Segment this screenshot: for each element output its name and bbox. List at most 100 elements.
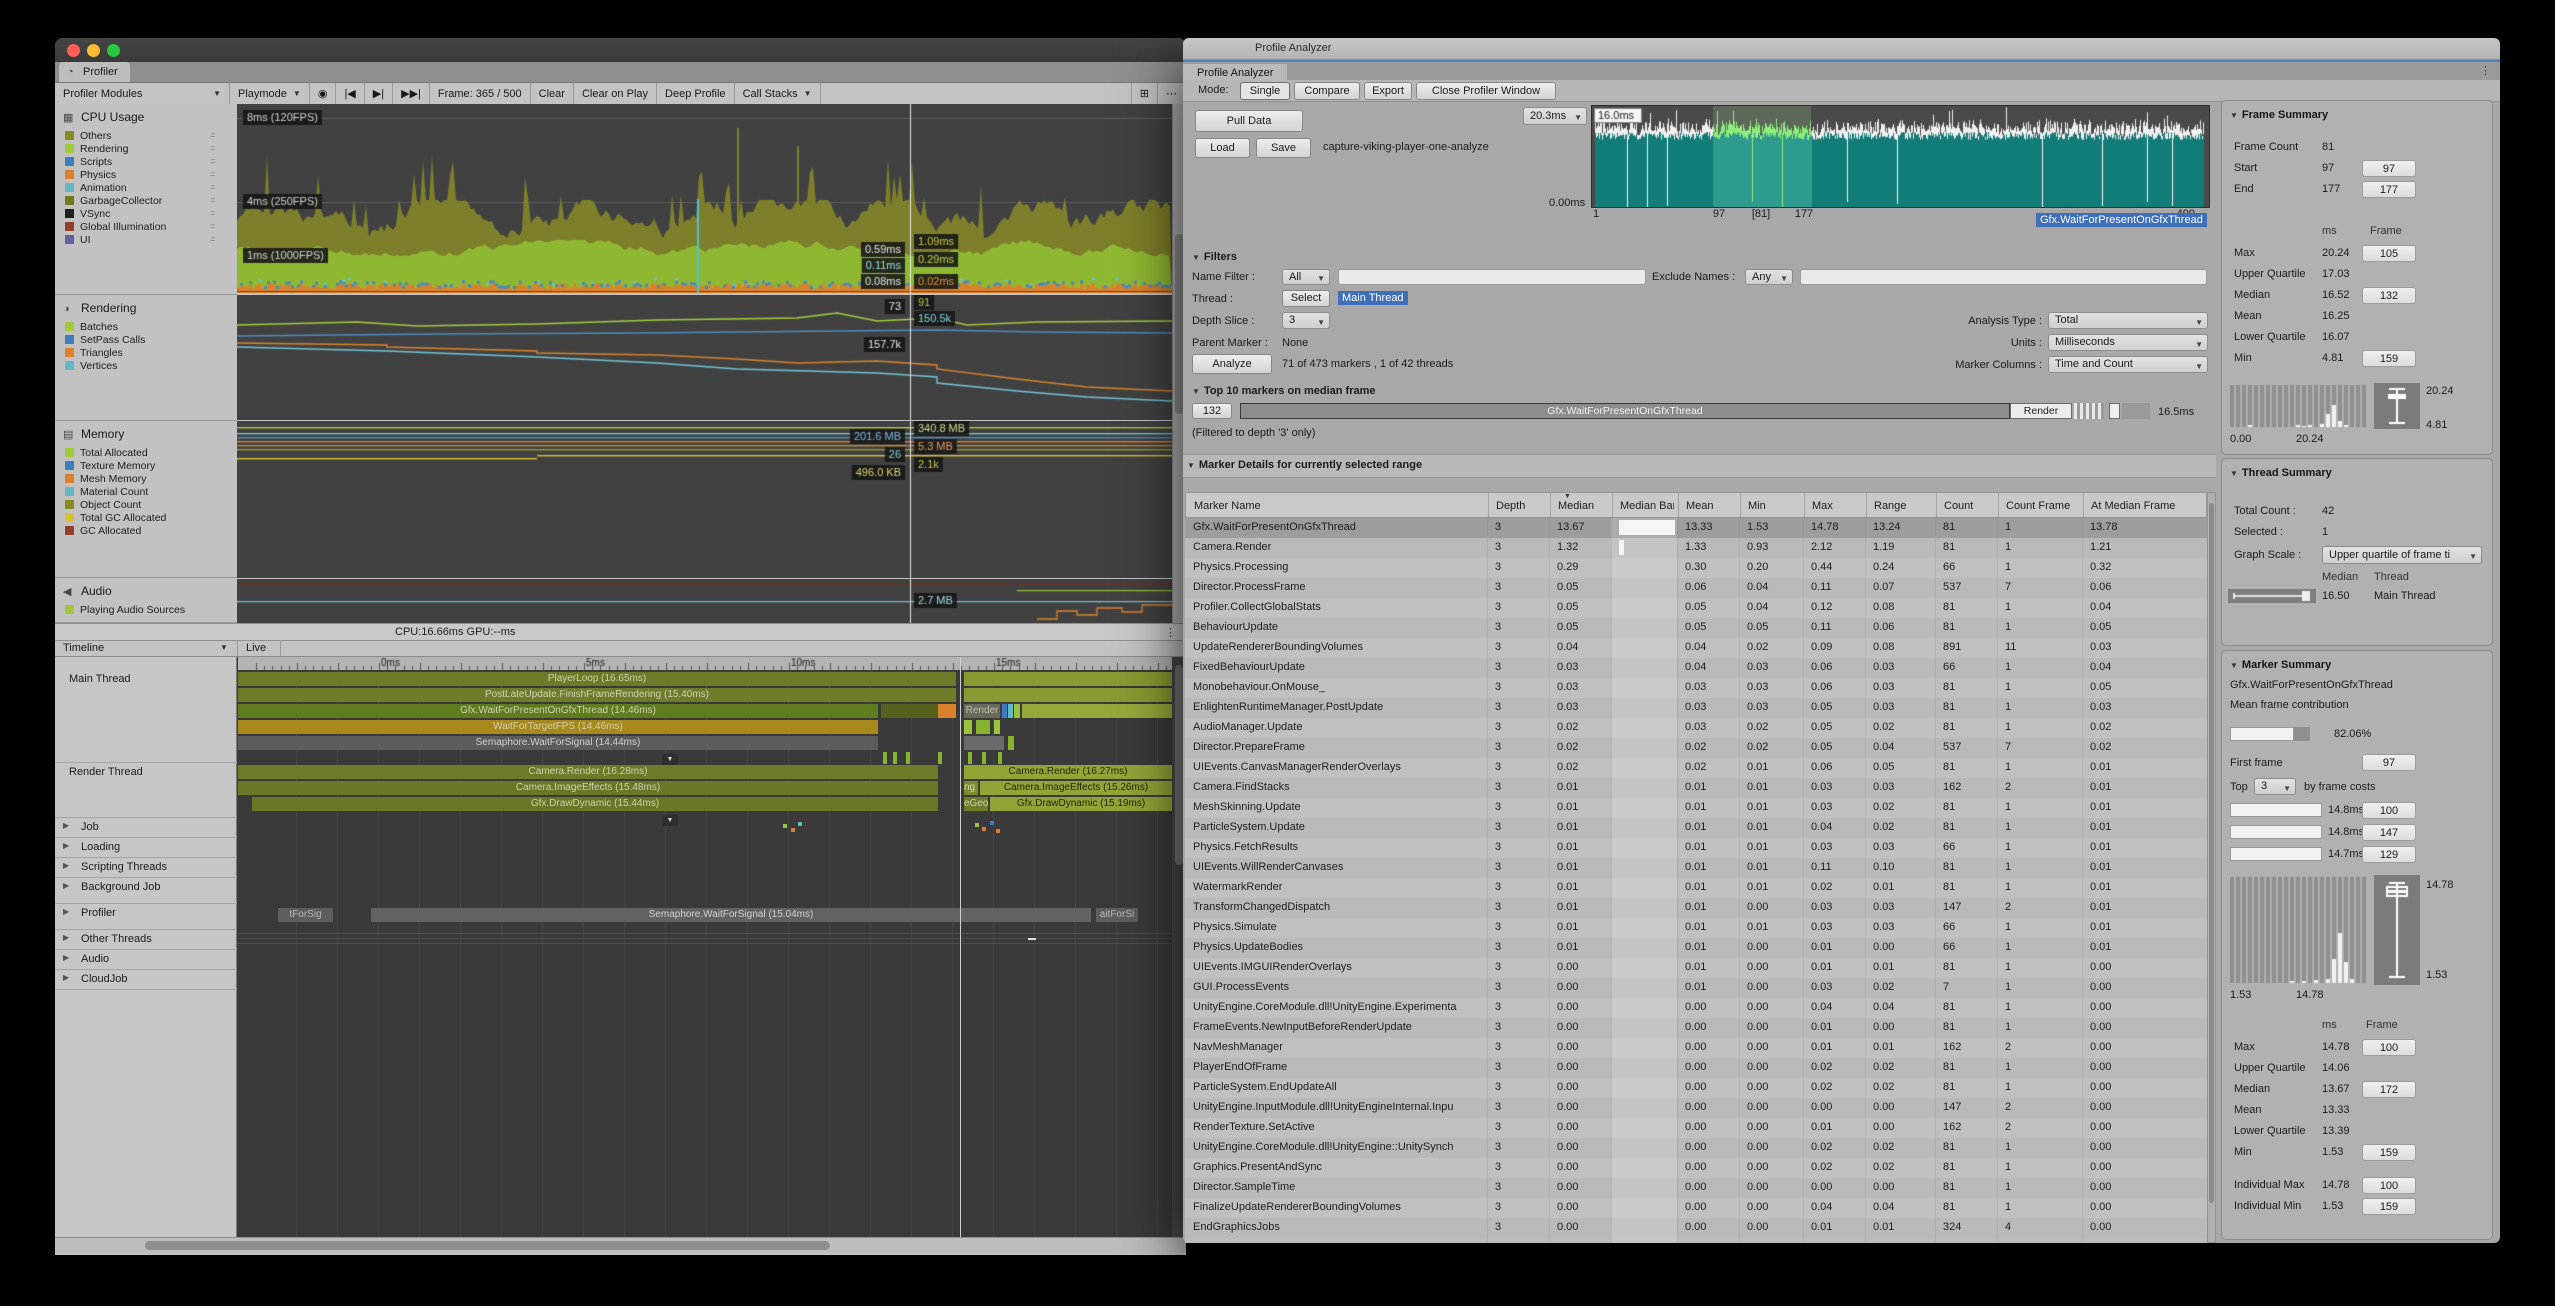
thread-value-chip[interactable]: Main Thread xyxy=(1338,291,1408,305)
timeline-bar[interactable]: WaitForTargetFPS (14.46ms) xyxy=(238,720,878,734)
table-row[interactable]: Physics.Simulate30.010.010.010.030.03661… xyxy=(1185,918,2207,938)
thread-row-cloudjob[interactable]: ▶CloudJob xyxy=(55,970,237,990)
table-row[interactable]: BehaviourUpdate30.050.050.050.110.068110… xyxy=(1185,618,2207,638)
column-header-min[interactable]: Min xyxy=(1748,500,1800,512)
zoom-icon[interactable] xyxy=(107,44,120,57)
table-row[interactable]: Monobehaviour.OnMouse_30.030.030.030.060… xyxy=(1185,678,2207,698)
table-row[interactable]: Camera.Render31.321.330.932.121.198111.2… xyxy=(1185,538,2207,558)
close-profiler-window-button[interactable]: Close Profiler Window xyxy=(1416,82,1556,100)
top10-frame-button[interactable]: 132 xyxy=(1192,403,1232,419)
memory-chart[interactable] xyxy=(237,421,1172,578)
live-button[interactable]: Live xyxy=(238,641,281,656)
drag-handle-icon[interactable]: = xyxy=(210,156,215,166)
horizontal-scrollbar[interactable] xyxy=(55,1237,1186,1253)
frame-jump-button[interactable]: 100 xyxy=(2362,802,2416,819)
table-row[interactable]: UnityEngine.CoreModule.dll!UnityEngine::… xyxy=(1185,1138,2207,1158)
table-row[interactable]: UIEvents.CanvasManagerRenderOverlays30.0… xyxy=(1185,758,2207,778)
timeline-bar[interactable] xyxy=(1014,704,1020,718)
last-frame-button[interactable]: ▶▶| xyxy=(393,83,430,104)
units-dropdown[interactable]: Milliseconds▼ xyxy=(2048,334,2208,351)
table-row[interactable]: Physics.Processing30.290.300.200.440.246… xyxy=(1185,558,2207,578)
table-row[interactable]: Physics.UpdateBodies30.010.010.000.010.0… xyxy=(1185,938,2207,958)
table-row[interactable]: MeshSkinning.Update30.010.010.010.030.02… xyxy=(1185,798,2207,818)
selected-marker-chip[interactable]: Gfx.WaitForPresentOnGfxThread xyxy=(2036,213,2207,227)
top10-header[interactable]: ▼Top 10 markers on median frame xyxy=(1192,385,1376,397)
name-filter-mode-dropdown[interactable]: All▼ xyxy=(1282,269,1330,285)
analysis-type-dropdown[interactable]: Total▼ xyxy=(2048,312,2208,329)
legend-item[interactable]: Vertices xyxy=(65,360,117,372)
timeline-bar[interactable]: Semaphore.WaitForSignal (14.44ms) xyxy=(238,736,878,750)
collapse-button[interactable]: ▼ xyxy=(662,754,678,765)
exclude-names-input[interactable] xyxy=(1800,269,2207,285)
range-dropdown[interactable]: 20.3ms▼ xyxy=(1523,107,1587,125)
collapse-button[interactable]: ▼ xyxy=(662,815,678,826)
table-row[interactable]: Director.PrepareFrame30.020.020.020.050.… xyxy=(1185,738,2207,758)
expand-arrow-icon[interactable]: ▶ xyxy=(63,861,69,870)
load-button[interactable]: Load xyxy=(1195,138,1250,158)
frame-jump-button[interactable]: 97 xyxy=(2362,754,2416,771)
legend-item[interactable]: UI= xyxy=(65,234,91,246)
thread-row-render-thread[interactable]: Render Thread xyxy=(55,763,237,818)
timeline-bar[interactable] xyxy=(964,688,1172,702)
depth-slice-dropdown[interactable]: 3▼ xyxy=(1282,312,1330,329)
rendering-chart[interactable] xyxy=(237,295,1172,420)
legend-item[interactable]: Batches xyxy=(65,321,118,333)
legend-item[interactable]: Rendering= xyxy=(65,143,128,155)
column-header-depth[interactable]: Depth xyxy=(1496,500,1546,512)
drag-handle-icon[interactable]: = xyxy=(210,234,215,244)
thread-row-job[interactable]: ▶Job xyxy=(55,818,237,838)
call-stacks-dropdown[interactable]: Call Stacks▼ xyxy=(735,83,821,104)
thread-row-profiler[interactable]: ▶Profiler xyxy=(55,904,237,930)
legend-item[interactable]: Material Count xyxy=(65,486,148,498)
table-row[interactable]: Physics.FetchResults30.010.010.010.030.0… xyxy=(1185,838,2207,858)
expand-arrow-icon[interactable]: ▶ xyxy=(63,907,69,916)
timeline-bar[interactable]: Camera.ImageEffects (15.48ms) xyxy=(238,781,938,795)
timeline-bar[interactable] xyxy=(1002,704,1007,718)
minimize-icon[interactable] xyxy=(87,44,100,57)
table-row[interactable]: FixedBehaviourUpdate30.030.040.030.060.0… xyxy=(1185,658,2207,678)
expand-arrow-icon[interactable]: ▶ xyxy=(63,821,69,830)
frame-histogram[interactable] xyxy=(2230,383,2370,429)
timeline-bar[interactable]: tForSig xyxy=(278,908,333,922)
legend-item[interactable]: Physics= xyxy=(65,169,116,181)
drag-handle-icon[interactable]: = xyxy=(210,221,215,231)
timeline-bar[interactable] xyxy=(964,672,1172,686)
drag-handle-icon[interactable]: = xyxy=(210,195,215,205)
frame-boxplot[interactable] xyxy=(2374,383,2420,429)
frame-summary-header[interactable]: ▼Frame Summary xyxy=(2230,109,2328,121)
playmode-dropdown[interactable]: Playmode▼ xyxy=(230,83,310,104)
expand-arrow-icon[interactable]: ▶ xyxy=(63,841,69,850)
cpu-usage-chart[interactable] xyxy=(237,104,1172,293)
table-row[interactable]: Director.ProcessFrame30.050.060.040.110.… xyxy=(1185,578,2207,598)
frame-jump-button[interactable]: 132 xyxy=(2362,287,2416,304)
timeline-bar[interactable] xyxy=(1008,736,1014,750)
legend-item[interactable]: Mesh Memory xyxy=(65,473,147,485)
table-row[interactable]: FinalizeUpdateRendererBoundingVolumes30.… xyxy=(1185,1198,2207,1218)
kebab-icon[interactable]: ⋮ xyxy=(1165,626,1176,639)
timeline-bar[interactable]: Gfx.DrawDynamic (15.44ms) xyxy=(252,797,938,811)
exclude-mode-dropdown[interactable]: Any▼ xyxy=(1745,269,1793,285)
deep-profile-button[interactable]: Deep Profile xyxy=(657,83,735,104)
legend-item[interactable]: Triangles xyxy=(65,347,123,359)
legend-item[interactable]: Object Count xyxy=(65,499,141,511)
thread-row-audio[interactable]: ▶Audio xyxy=(55,950,237,970)
profiler-titlebar[interactable] xyxy=(55,38,1186,62)
table-row[interactable]: TransformChangedDispatch30.010.010.000.0… xyxy=(1185,898,2207,918)
marker-summary-header[interactable]: ▼Marker Summary xyxy=(2230,659,2331,671)
tab-profiler[interactable]: ◔Profiler xyxy=(59,62,130,82)
table-row[interactable]: WatermarkRender30.010.010.010.020.018110… xyxy=(1185,878,2207,898)
table-row[interactable]: EnlightenRuntimeManager.PostUpdate30.030… xyxy=(1185,698,2207,718)
table-row[interactable]: UnityEngine.InputModule.dll!UnityEngineI… xyxy=(1185,1098,2207,1118)
timeline-bar[interactable] xyxy=(964,736,1004,750)
drag-handle-icon[interactable]: = xyxy=(210,182,215,192)
timeline-bar[interactable]: aitForSi xyxy=(1096,908,1138,922)
module-header[interactable]: ▤Memory xyxy=(63,427,124,441)
graph-scale-dropdown[interactable]: Upper quartile of frame ti▼ xyxy=(2322,546,2482,564)
marker-histogram[interactable] xyxy=(2230,875,2370,985)
legend-item[interactable]: Scripts= xyxy=(65,156,112,168)
top10-segment-main[interactable]: Gfx.WaitForPresentOnGfxThread xyxy=(1240,403,2010,419)
timeline-bar[interactable]: Camera.Render (16.28ms) xyxy=(238,765,938,779)
table-row[interactable]: Graphics.PresentAndSync30.000.000.000.02… xyxy=(1185,1158,2207,1178)
timeline-bar[interactable]: PostLateUpdate.FinishFrameRendering (15.… xyxy=(238,688,956,702)
timeline-bar[interactable]: Semaphore.WaitForSignal (15.04ms) xyxy=(371,908,1091,922)
